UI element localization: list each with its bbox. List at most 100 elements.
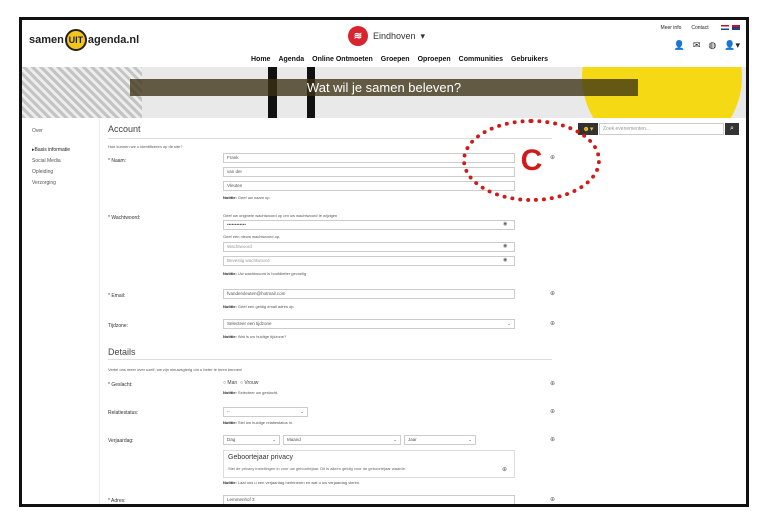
chevron-down-icon: ⌄ <box>507 321 511 326</box>
tijdzone-value: Selecteer een tijdzone <box>227 321 272 326</box>
mail-icon[interactable]: ✉ <box>693 40 701 51</box>
sidebar-item-over[interactable]: Over <box>32 128 43 134</box>
geboortejaar-privacy-title: Geboortejaar privacy <box>228 454 293 461</box>
geslacht-note: Notitie: Selecteer uw geslacht. <box>223 390 279 395</box>
banner-pattern <box>22 67 142 118</box>
chevron-down-icon: ⌄ <box>393 437 397 442</box>
chevron-down-icon: ▾ <box>420 30 426 41</box>
flag-uk-icon[interactable] <box>732 25 740 30</box>
friends-icon[interactable]: 👤 <box>674 40 685 51</box>
sidebar-item-verzorging[interactable]: Verzorging <box>32 178 70 189</box>
wachtwoord-hint: Geef uw originele wachtwoord op om uw wa… <box>223 213 338 218</box>
privacy-globe-icon[interactable]: ⊕ <box>550 290 555 297</box>
nav-home[interactable]: Home <box>251 56 270 63</box>
site-logo[interactable]: samen UIT agenda.nl <box>29 27 139 53</box>
banner-title: Wat wil je samen beleven? <box>130 79 638 96</box>
nav-agenda[interactable]: Agenda <box>278 56 304 63</box>
dag-select[interactable]: Dag ⌄ <box>223 435 280 445</box>
wachtwoord-label: * Wachtwoord: <box>108 215 141 221</box>
privacy-globe-icon[interactable]: ⊕ <box>550 496 555 503</box>
globe-icon[interactable]: ◍ <box>708 40 716 51</box>
main-navigation: Home Agenda Online Ontmoeten Groepen Opr… <box>251 56 548 63</box>
screenshot-frame: samen UIT agenda.nl ≋ Eindhoven ▾ Meer i… <box>19 17 749 507</box>
jaar-select[interactable]: Jaar ⌄ <box>404 435 476 445</box>
naam-note: Notitie: Geef uw naam op. <box>223 195 271 200</box>
adres-label: * Adres: <box>108 498 126 504</box>
dag-value: Dag <box>227 437 236 442</box>
details-question: Vertel ons meer over uzelf, we zijn nieu… <box>108 367 243 372</box>
nav-online-ontmoeten[interactable]: Online Ontmoeten <box>312 56 373 63</box>
verjaardag-label: Verjaardag: <box>108 438 134 444</box>
adres-input[interactable]: Lemmenhof 3 <box>223 495 515 504</box>
city-name: Eindhoven <box>373 31 416 41</box>
logo-uit-badge: UIT <box>64 29 87 51</box>
account-question: Hoe kunnen we u identificeren op de site… <box>108 144 183 149</box>
profile-sidebar: Over Basis informatie Social Media Oplei… <box>22 118 100 504</box>
privacy-globe-icon[interactable]: ⊕ <box>502 466 507 473</box>
naam-label: * Naam: <box>108 158 127 164</box>
nav-groepen[interactable]: Groepen <box>381 56 410 63</box>
bevestig-wachtwoord-input[interactable]: Bevestig wachtwoord <box>223 256 515 266</box>
relatiestatus-value: -- <box>227 409 230 414</box>
privacy-globe-icon[interactable]: ⊕ <box>550 436 555 443</box>
details-heading: Details <box>108 347 136 357</box>
account-heading: Account <box>108 124 141 134</box>
divider <box>108 359 552 360</box>
hero-banner: Wat wil je samen beleven? <box>22 67 746 118</box>
chevron-down-icon: ⌄ <box>300 409 304 414</box>
logo-text-left: samen <box>29 34 64 46</box>
nav-oproepen[interactable]: Oproepen <box>418 56 451 63</box>
radio-man-label: Man <box>227 380 238 386</box>
email-label: * Email: <box>108 293 126 299</box>
geboortejaar-privacy-box: Geboortejaar privacy Stel de privacy ins… <box>223 450 515 478</box>
maand-select[interactable]: Maand ⌄ <box>283 435 401 445</box>
event-search: ☻▾ Zoek evenementen... ⌕ <box>578 123 739 135</box>
privacy-globe-icon[interactable]: ⊕ <box>550 380 555 387</box>
city-selector[interactable]: ≋ Eindhoven ▾ <box>348 26 425 46</box>
radio-man[interactable]: ○ Man <box>223 380 237 386</box>
radio-vrouw[interactable]: ○ Vrouw <box>240 380 258 386</box>
search-icon[interactable]: ⌕ <box>725 123 739 135</box>
nieuw-wachtwoord-input[interactable]: Wachtwoord <box>223 242 515 252</box>
city-logo-icon: ≋ <box>348 26 368 46</box>
nav-gebruikers[interactable]: Gebruikers <box>511 56 548 63</box>
relatiestatus-select[interactable]: -- ⌄ <box>223 407 308 417</box>
contact-link[interactable]: Contact <box>691 25 708 32</box>
email-note: Notitie: Geef een geldig email adres op. <box>223 304 295 309</box>
tijdzone-select[interactable]: Selecteer een tijdzone ⌄ <box>223 319 515 329</box>
tijdzone-note: Notitie: Wat is uw huidige tijdzone? <box>223 334 287 339</box>
nav-communities[interactable]: Communities <box>459 56 503 63</box>
huidig-wachtwoord-input[interactable]: •••••••••••• <box>223 220 515 230</box>
relatiestatus-note: Notitie: Stel uw huidige relatiestatus i… <box>223 420 294 425</box>
eye-icon[interactable]: ◉ <box>503 257 507 263</box>
sidebar-item-basis-informatie[interactable]: Basis informatie <box>32 145 71 156</box>
language-flags <box>719 25 740 32</box>
annotation-circle: C <box>462 119 601 202</box>
geboortejaar-privacy-desc: Stel de privacy instellingen in voor uw … <box>228 466 407 471</box>
user-menu-icon[interactable]: 👤▾ <box>724 40 740 51</box>
chevron-down-icon: ⌄ <box>272 437 276 442</box>
radio-vrouw-label: Vrouw <box>244 380 259 386</box>
verjaardag-note: Notitie: Laat ons u een verjaardag herin… <box>223 480 361 485</box>
sidebar-item-opleiding[interactable]: Opleiding <box>32 167 70 178</box>
relatiestatus-label: Relatiestatus: <box>108 410 139 416</box>
logo-text-right: agenda.nl <box>87 34 140 46</box>
eye-icon[interactable]: ◉ <box>503 221 507 227</box>
wachtwoord-note: Notitie: Uw wachtwoord is hoofdletter ge… <box>223 271 307 276</box>
privacy-globe-icon[interactable]: ⊕ <box>550 320 555 327</box>
flag-nl-icon[interactable] <box>720 25 729 30</box>
user-icons: 👤 ✉ ◍ 👤▾ <box>674 40 740 51</box>
search-input[interactable]: Zoek evenementen... <box>599 123 724 135</box>
top-links: Meer info Contact <box>661 25 740 32</box>
annotation-letter: C <box>520 143 543 177</box>
geslacht-radio-group: ○ Man ○ Vrouw <box>223 380 258 386</box>
privacy-globe-icon[interactable]: ⊕ <box>550 408 555 415</box>
email-input[interactable]: fvandervleuten@hotmail.com <box>223 289 515 299</box>
jaar-value: Jaar <box>408 437 417 442</box>
meer-info-link[interactable]: Meer info <box>661 25 682 32</box>
eye-icon[interactable]: ◉ <box>503 243 507 249</box>
nieuw-wachtwoord-hint: Geef een nieuw wachtwoord op. <box>223 234 281 239</box>
tijdzone-label: Tijdzone: <box>108 323 129 329</box>
sidebar-item-social-media[interactable]: Social Media <box>32 156 70 167</box>
geslacht-label: * Geslacht: <box>108 382 133 388</box>
